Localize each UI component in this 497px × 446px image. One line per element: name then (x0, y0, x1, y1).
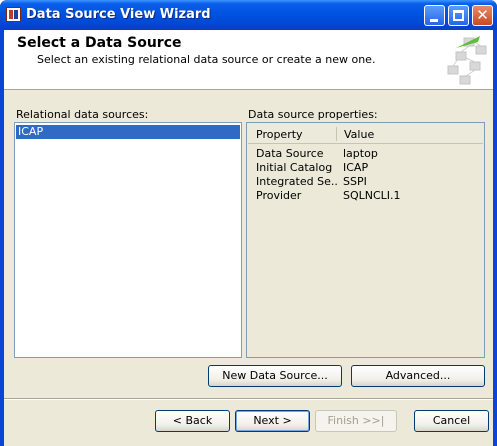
back-button[interactable]: < Back (155, 410, 230, 432)
new-data-source-button[interactable]: New Data Source... (208, 365, 342, 387)
dialog-client: Select a Data Source Select an existing … (4, 30, 493, 446)
table-row[interactable]: Integrated Se... SSPI (247, 175, 482, 189)
wizard-app-icon[interactable] (6, 7, 21, 22)
close-icon: ✕ (476, 6, 489, 24)
page-title: Select a Data Source (17, 35, 182, 51)
footer-divider (4, 398, 493, 400)
minimize-icon (430, 19, 438, 22)
page-subtitle: Select an existing relational data sourc… (37, 53, 376, 66)
properties-grid[interactable]: Property Value Data Source laptop Initia… (246, 122, 485, 358)
title-bar[interactable]: Data Source View Wizard ✕ (0, 0, 497, 30)
next-button[interactable]: Next > (235, 410, 310, 432)
column-divider[interactable] (336, 127, 337, 141)
list-item[interactable]: ICAP (16, 125, 240, 139)
close-button[interactable]: ✕ (472, 5, 493, 26)
property-value: ICAP (343, 161, 369, 174)
properties-label: Data source properties: (248, 108, 378, 121)
maximize-button[interactable] (448, 5, 469, 26)
relational-sources-list[interactable]: ICAP (14, 122, 242, 358)
property-name: Data Source (256, 147, 324, 160)
properties-header: Property Value (248, 124, 483, 144)
property-name: Provider (256, 189, 302, 202)
table-row[interactable]: Provider SQLNCLI.1 (247, 189, 482, 203)
finish-button[interactable]: Finish >>| (315, 410, 397, 432)
minimize-button[interactable] (424, 5, 445, 26)
cube-network-icon (447, 36, 487, 85)
window-title: Data Source View Wizard (26, 7, 211, 22)
column-header-property[interactable]: Property (256, 128, 303, 141)
property-name: Integrated Se... (256, 175, 338, 188)
property-name: Initial Catalog (256, 161, 333, 174)
table-row[interactable]: Data Source laptop (247, 147, 482, 161)
property-value: laptop (343, 147, 378, 160)
column-header-value[interactable]: Value (344, 128, 374, 141)
advanced-button[interactable]: Advanced... (351, 365, 485, 387)
relational-sources-label: Relational data sources: (16, 108, 149, 121)
property-value: SQLNCLI.1 (343, 189, 401, 202)
maximize-icon (453, 10, 464, 21)
property-value: SSPI (343, 175, 367, 188)
table-row[interactable]: Initial Catalog ICAP (247, 161, 482, 175)
cancel-button[interactable]: Cancel (414, 410, 489, 432)
wizard-window: Data Source View Wizard ✕ Select a Data … (0, 0, 497, 446)
wizard-header: Select a Data Source Select an existing … (4, 30, 493, 90)
